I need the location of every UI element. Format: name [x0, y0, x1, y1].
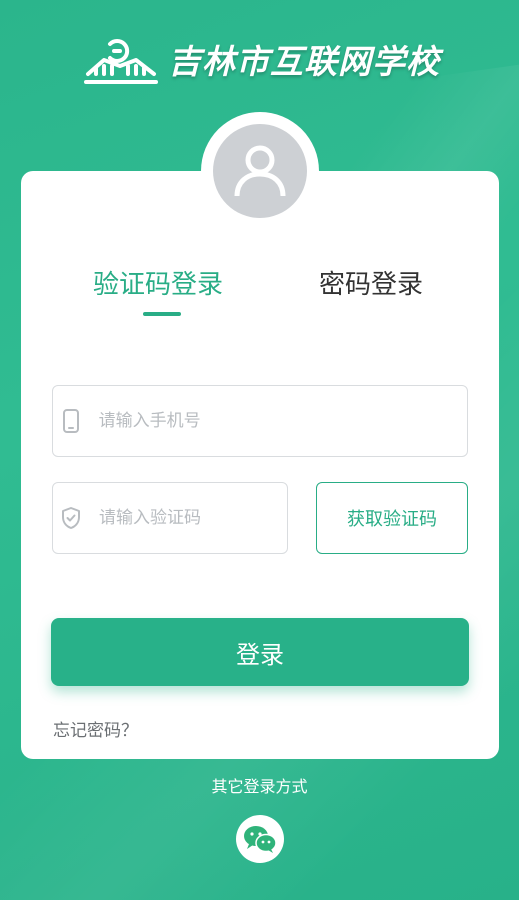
tab-password-login[interactable]: 密码登录	[319, 268, 423, 302]
tab-sms-login[interactable]: 验证码登录	[93, 268, 223, 302]
code-field	[52, 482, 288, 554]
user-avatar-icon	[234, 145, 286, 197]
book-g-logo-icon	[84, 39, 158, 84]
get-code-button[interactable]: 获取验证码	[316, 482, 468, 554]
forgot-password-link[interactable]: 忘记密码？	[53, 716, 138, 741]
wechat-icon	[244, 826, 277, 853]
shield-check-icon	[61, 505, 81, 531]
code-input[interactable]	[99, 508, 287, 528]
other-login-label: 其它登录方式	[211, 777, 308, 796]
phone-input[interactable]	[98, 411, 467, 431]
wechat-login-button[interactable]	[236, 815, 284, 863]
login-button[interactable]: 登录	[51, 618, 469, 686]
phone-icon	[61, 408, 81, 434]
active-tab-indicator	[143, 312, 181, 316]
avatar	[213, 124, 307, 218]
school-name: 吉林市互联网学校	[168, 42, 440, 81]
school-logo: 吉林市互联网学校	[82, 28, 442, 90]
phone-field	[52, 385, 468, 457]
